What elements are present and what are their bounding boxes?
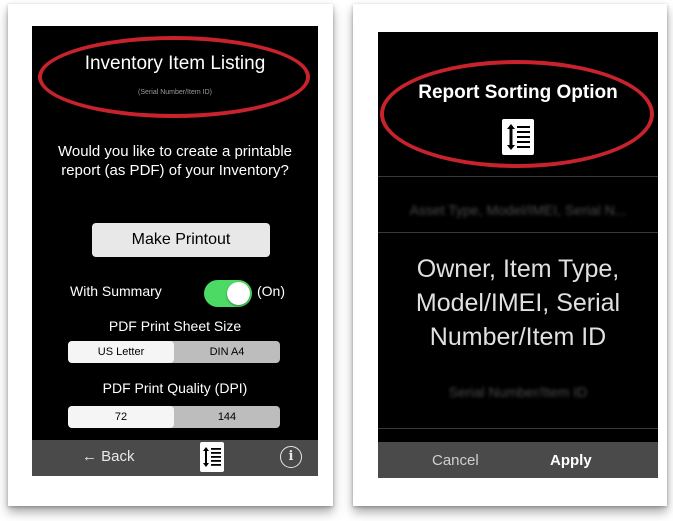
picker-divider [378, 428, 658, 429]
summary-toggle[interactable] [204, 280, 252, 307]
bottom-toolbar: ← Back i [32, 440, 318, 476]
quality-option-72[interactable]: 72 [68, 406, 174, 428]
sheet-size-segmented-control: US Letter DIN A4 [68, 341, 280, 363]
sheet-size-option-din-a4[interactable]: DIN A4 [174, 341, 280, 363]
quality-segmented-control: 72 144 [68, 406, 280, 428]
left-screenshot-card: Inventory Item Listing (Serial Number/It… [8, 4, 333, 506]
sheet-size-option-us-letter[interactable]: US Letter [68, 341, 174, 363]
picker-divider [378, 176, 658, 177]
toggle-knob [227, 282, 250, 305]
picker-row-below[interactable]: Serial Number/Item ID [378, 384, 658, 400]
back-button[interactable]: ← Back [82, 448, 135, 465]
highlight-ring [380, 60, 654, 168]
sheet-size-label: PDF Print Sheet Size [108, 318, 242, 334]
picker-selected-option[interactable]: Owner, Item Type, Model/IMEI, Serial Num… [378, 252, 658, 354]
highlight-ring [38, 36, 310, 118]
picker-row-above[interactable]: Asset Type, Model/IMEI, Serial N... [378, 202, 658, 218]
bottom-toolbar: Cancel Apply [378, 442, 658, 478]
quality-label: PDF Print Quality (DPI) [102, 380, 248, 396]
summary-state: (On) [257, 283, 285, 299]
apply-button[interactable]: Apply [550, 452, 592, 469]
info-icon[interactable]: i [280, 446, 302, 468]
print-settings-screen: Inventory Item Listing (Serial Number/It… [32, 26, 318, 476]
picker-divider [378, 232, 658, 233]
printout-question: Would you like to create a printable rep… [57, 143, 293, 179]
make-printout-button[interactable]: Make Printout [92, 223, 270, 257]
quality-option-144[interactable]: 144 [174, 406, 280, 428]
cancel-button[interactable]: Cancel [432, 452, 479, 469]
right-screenshot-card: Report Sorting Option Asset Type, Model/… [353, 4, 667, 506]
sort-list-icon[interactable] [200, 442, 224, 472]
sorting-option-screen: Report Sorting Option Asset Type, Model/… [378, 32, 658, 478]
summary-label: With Summary [70, 283, 162, 299]
